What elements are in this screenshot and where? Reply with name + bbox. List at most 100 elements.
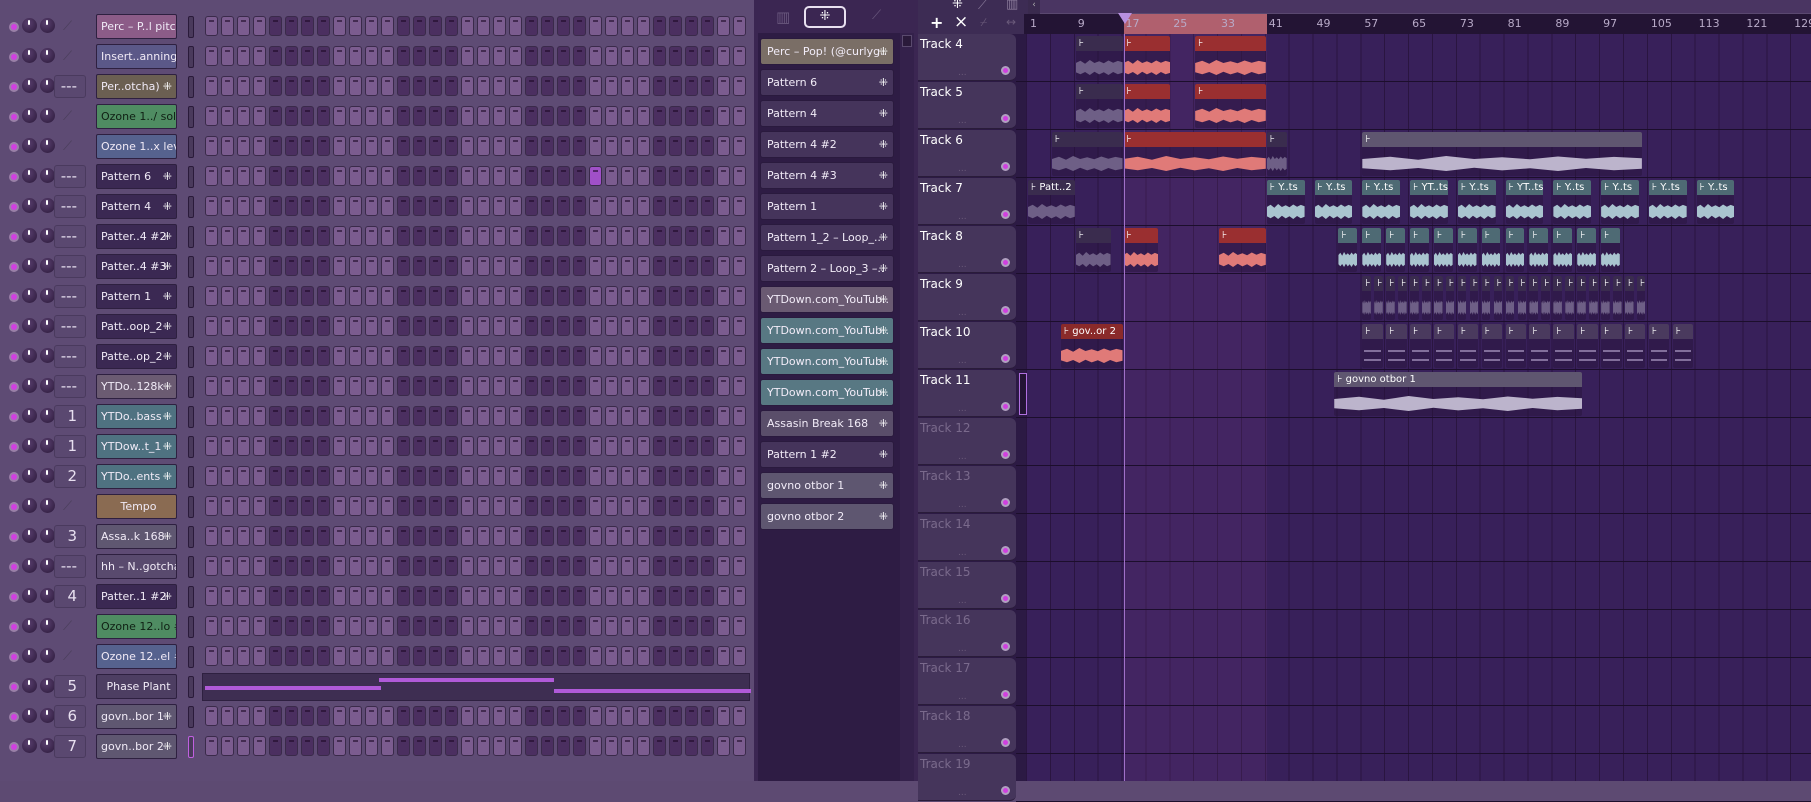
step-button[interactable] [221,436,234,456]
step-button[interactable] [445,106,458,126]
track-header[interactable]: Track 13... [918,466,1016,513]
step-button[interactable] [221,556,234,576]
step-button[interactable] [365,166,378,186]
clip-menu-icon[interactable]: ⊦ [1485,278,1490,289]
step-button[interactable] [253,556,266,576]
step-button[interactable] [525,16,538,36]
step-button[interactable] [269,196,282,216]
step-button[interactable] [413,646,426,666]
step-button[interactable] [669,496,682,516]
track-options-icon[interactable]: ... [958,788,967,798]
playlist-clip[interactable]: ⊦ [1529,228,1549,272]
step-button[interactable] [413,166,426,186]
channel-select-bar[interactable] [188,346,194,368]
clip-header[interactable]: ⊦ [1553,228,1573,243]
step-button[interactable] [365,376,378,396]
channel-select-bar[interactable] [188,676,194,698]
step-button[interactable] [669,106,682,126]
step-button[interactable] [477,436,490,456]
clip-header[interactable]: ⊦ YT..ts [1505,180,1544,195]
step-button[interactable] [525,136,538,156]
step-button[interactable] [461,406,474,426]
step-button[interactable] [509,136,522,156]
step-button[interactable] [685,226,698,246]
pan-knob[interactable] [22,708,37,723]
step-button[interactable] [589,646,602,666]
step-button[interactable] [317,346,330,366]
playlist-clip[interactable]: ⊦ [1625,276,1634,320]
playlist-clip[interactable]: ⊦ [1577,228,1596,272]
step-button[interactable] [509,466,522,486]
step-button[interactable] [205,106,218,126]
step-button[interactable] [509,106,522,126]
playlist-clip[interactable]: ⊦ Y..ts [1553,180,1592,224]
step-button[interactable] [605,346,618,366]
step-button[interactable] [701,736,714,756]
step-button[interactable] [621,136,634,156]
step-button[interactable] [301,196,314,216]
step-button[interactable] [205,16,218,36]
step-button[interactable] [541,106,554,126]
step-button[interactable] [557,226,570,246]
step-button[interactable] [333,706,346,726]
volume-knob[interactable] [40,198,55,213]
step-button[interactable] [205,226,218,246]
step-button[interactable] [701,526,714,546]
step-button[interactable] [397,286,410,306]
step-button[interactable] [637,436,650,456]
step-button[interactable] [381,586,394,606]
step-button[interactable] [477,226,490,246]
pan-knob[interactable] [22,318,37,333]
step-button[interactable] [429,736,442,756]
step-button[interactable] [445,16,458,36]
channel-mute-led[interactable] [9,712,19,722]
step-button[interactable] [205,346,218,366]
step-button[interactable] [717,16,730,36]
browser-item[interactable]: Pattern 1 ⁜ [760,193,894,220]
step-button[interactable] [573,136,586,156]
step-button[interactable] [253,526,266,546]
step-button[interactable] [253,436,266,456]
step-button[interactable] [573,436,586,456]
clip-menu-icon[interactable]: ⊦ [1449,278,1454,289]
channel-select-bar[interactable] [188,736,194,758]
clip-header[interactable]: ⊦ [1123,36,1171,51]
clip-header[interactable]: ⊦ [1445,276,1455,291]
channel-name-button[interactable]: Patter..1 #2 ⁜ [96,584,177,609]
step-button[interactable] [733,346,746,366]
step-button[interactable] [429,136,442,156]
step-button[interactable] [301,76,314,96]
step-button[interactable] [573,376,586,396]
step-button[interactable] [461,226,474,246]
browser-scrollbar[interactable] [900,33,914,781]
mixer-track-selector[interactable]: 3 [54,525,86,548]
playlist-clip[interactable]: ⊦ [1386,228,1405,272]
step-button[interactable] [525,166,538,186]
pan-knob[interactable] [22,168,37,183]
track-mute-led[interactable] [1001,162,1010,171]
step-button[interactable] [605,556,618,576]
clip-menu-icon[interactable]: ⊦ [1604,278,1609,289]
step-button[interactable] [397,466,410,486]
browser-item[interactable]: Perc – Pop! (@curlyg.. ⁜ [760,38,894,65]
step-button[interactable] [477,706,490,726]
track-header[interactable]: Track 19... [918,754,1016,801]
step-button[interactable] [637,46,650,66]
step-button[interactable] [269,16,282,36]
step-button[interactable] [573,586,586,606]
step-button[interactable] [525,466,538,486]
step-button[interactable] [701,646,714,666]
clip-menu-icon[interactable]: ⊦ [1365,326,1370,337]
track-header[interactable]: Track 9... [918,274,1016,321]
step-button[interactable] [717,166,730,186]
clip-menu-icon[interactable]: ⊦ [1425,278,1430,289]
step-button[interactable] [493,436,506,456]
pan-knob[interactable] [22,108,37,123]
step-button[interactable] [525,436,538,456]
step-button[interactable] [205,76,218,96]
step-button[interactable] [701,106,714,126]
pan-knob[interactable] [22,738,37,753]
step-button[interactable] [285,406,298,426]
step-button[interactable] [269,466,282,486]
step-button[interactable] [685,376,698,396]
